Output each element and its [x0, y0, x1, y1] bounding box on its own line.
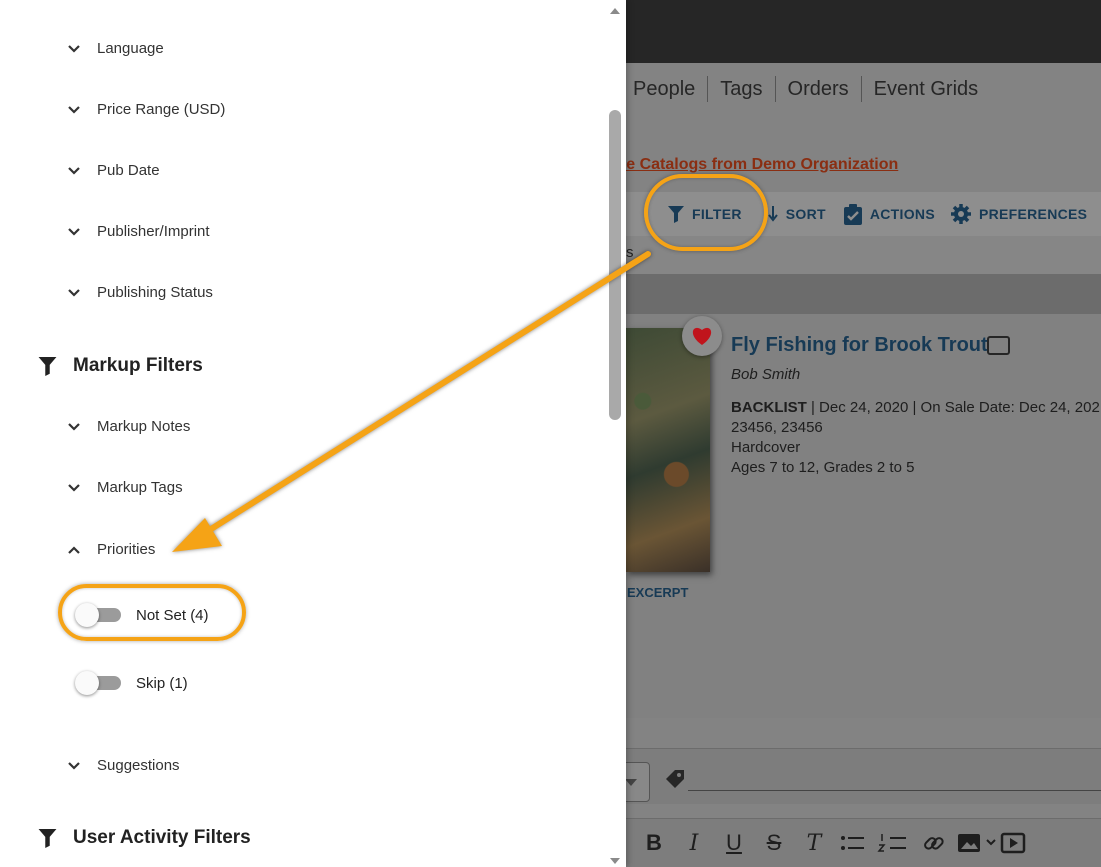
tag-input[interactable]: [688, 790, 1101, 791]
bullet-list-icon[interactable]: [834, 832, 874, 854]
nav-tab-tags[interactable]: Tags: [707, 76, 774, 102]
expand-icon[interactable]: [987, 336, 1010, 355]
tag-icon: [666, 770, 684, 788]
sort-icon: [767, 206, 778, 222]
sort-label: SORT: [785, 206, 826, 222]
catalogs-link[interactable]: re Catalogs from Demo Organization: [620, 156, 898, 174]
sort-button[interactable]: SORT: [767, 206, 826, 222]
not-set-highlight-oval: [58, 584, 246, 641]
filter-label: Markup Tags: [97, 479, 183, 496]
chevron-down-icon: [68, 44, 80, 53]
bold-icon[interactable]: B: [634, 830, 674, 856]
main-nav: People Tags Orders Event Grids: [620, 63, 990, 115]
list-header-bar: [626, 274, 1101, 314]
link-icon[interactable]: [914, 832, 954, 854]
book-status: BACKLIST: [731, 399, 807, 416]
filter-drawer: Language Price Range (USD) Pub Date Publ…: [0, 0, 626, 867]
chevron-down-icon: [625, 779, 637, 786]
filter-label: Priorities: [97, 541, 156, 558]
nav-tab-event-grids[interactable]: Event Grids: [860, 76, 990, 102]
book-ages: Ages 7 to 12, Grades 2 to 5: [731, 459, 915, 476]
option-label: Skip (1): [136, 674, 188, 692]
book-format: Hardcover: [731, 439, 801, 456]
chevron-down-icon: [68, 761, 80, 770]
filter-label: Markup Notes: [97, 418, 191, 435]
rich-text-toolbar: B I U S T: [626, 818, 1101, 867]
filter-highlight-oval: [644, 174, 768, 251]
filter-publisher-imprint[interactable]: Publisher/Imprint: [66, 223, 210, 240]
nav-tab-orders[interactable]: Orders: [774, 76, 861, 102]
filter-label: Publisher/Imprint: [97, 223, 210, 240]
book-meta: BACKLIST | Dec 24, 2020 | On Sale Date: …: [731, 398, 1100, 478]
priority-option-skip[interactable]: Skip (1): [75, 671, 188, 695]
chevron-down-icon: [68, 166, 80, 175]
results-strip-text: s: [626, 244, 634, 261]
filter-label: Publishing Status: [97, 284, 213, 301]
filter-markup-notes[interactable]: Markup Notes: [66, 418, 190, 435]
preferences-button[interactable]: PREFERENCES: [950, 204, 1088, 224]
filter-label: Language: [97, 40, 164, 57]
actions-label: ACTIONS: [869, 206, 935, 222]
filter-price-range[interactable]: Price Range (USD): [66, 101, 225, 118]
heart-icon: [692, 327, 712, 345]
book-isbns: 23456, 23456: [731, 419, 823, 436]
user-activity-filters-heading: User Activity Filters: [38, 827, 251, 849]
favorite-button[interactable]: [682, 316, 722, 356]
chevron-down-icon: [68, 227, 80, 236]
markup-filters-heading: Markup Filters: [38, 355, 203, 377]
filter-label: Pub Date: [97, 162, 160, 179]
italic-icon[interactable]: I: [674, 831, 714, 856]
book-title[interactable]: Fly Fishing for Brook Trout: [731, 334, 988, 357]
nav-tab-people[interactable]: People: [620, 76, 707, 102]
filter-publishing-status[interactable]: Publishing Status: [66, 284, 213, 301]
numbered-list-icon[interactable]: [874, 832, 914, 854]
filter-icon: [38, 356, 57, 376]
filter-priorities[interactable]: Priorities: [66, 541, 155, 558]
chevron-down-icon: [68, 105, 80, 114]
actions-button[interactable]: ACTIONS: [843, 203, 935, 225]
scrollbar-thumb[interactable]: [609, 110, 621, 420]
clear-format-icon[interactable]: T: [794, 831, 834, 856]
scroll-up-arrow-icon[interactable]: [610, 8, 620, 14]
image-upload-icon[interactable]: [954, 832, 998, 854]
underline-icon[interactable]: U: [714, 830, 754, 856]
scroll-down-arrow-icon[interactable]: [610, 858, 620, 864]
filter-icon: [38, 828, 57, 848]
gear-icon: [950, 204, 971, 224]
filter-language[interactable]: Language: [66, 40, 164, 57]
tag-editor-row: [626, 748, 1101, 804]
chevron-up-icon: [68, 545, 80, 554]
book-cover-image[interactable]: [626, 328, 710, 572]
video-icon[interactable]: [998, 832, 1028, 854]
filter-suggestions[interactable]: Suggestions: [66, 757, 180, 774]
chevron-down-icon: [68, 483, 80, 492]
filter-label: Price Range (USD): [97, 101, 226, 118]
filter-markup-tags[interactable]: Markup Tags: [66, 479, 183, 496]
book-author[interactable]: Bob Smith: [731, 366, 800, 383]
section-title: Markup Filters: [73, 355, 203, 376]
section-title: User Activity Filters: [73, 827, 251, 848]
chevron-down-icon: [68, 288, 80, 297]
strikethrough-icon[interactable]: S: [754, 830, 794, 856]
clipboard-check-icon: [843, 203, 862, 225]
book-dates: | Dec 24, 2020 | On Sale Date: Dec 24, 2…: [806, 399, 1100, 416]
preferences-label: PREFERENCES: [978, 206, 1088, 222]
chevron-down-icon: [68, 422, 80, 431]
skip-toggle[interactable]: [75, 671, 121, 695]
filter-label: Suggestions: [97, 757, 180, 774]
filter-pub-date[interactable]: Pub Date: [66, 162, 160, 179]
